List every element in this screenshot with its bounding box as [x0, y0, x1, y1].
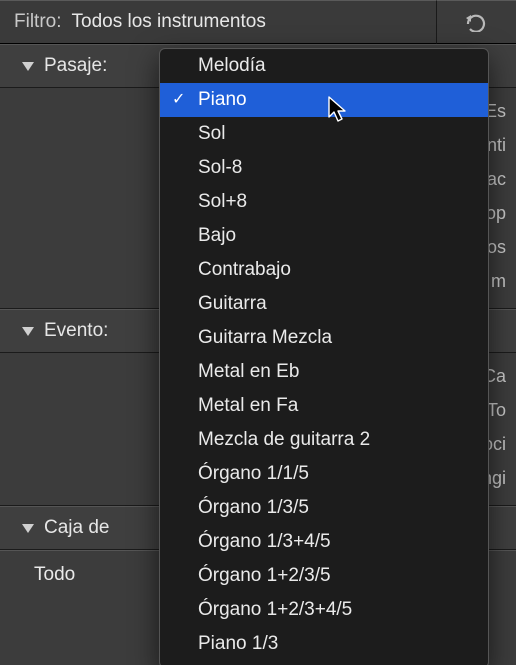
menu-item[interactable]: Guitarra Mezcla	[160, 321, 488, 355]
menu-item-label: Sol	[198, 123, 225, 145]
menu-item[interactable]: Órgano 1/1/5	[160, 457, 488, 491]
section-pasaje-label: Pasaje:	[44, 55, 107, 77]
menu-item-label: Sol-8	[198, 157, 242, 179]
section-caja-label: Caja de	[44, 517, 110, 539]
menu-item-label: Bajo	[198, 225, 236, 247]
menu-item[interactable]: Guitarra	[160, 287, 488, 321]
loop-icon	[464, 12, 490, 32]
menu-item[interactable]: Piano 1/3+4	[160, 661, 488, 665]
loop-button[interactable]	[436, 0, 516, 44]
menu-item-label: Metal en Eb	[198, 361, 299, 383]
menu-item[interactable]: Metal en Eb	[160, 355, 488, 389]
menu-item[interactable]: ✓ Piano	[160, 83, 488, 117]
menu-item-label: Mezcla de guitarra 2	[198, 429, 370, 451]
menu-item-label: Melodía	[198, 55, 266, 77]
menu-item[interactable]: Sol-8	[160, 151, 488, 185]
menu-item-label: Órgano 1/3+4/5	[198, 531, 331, 553]
section-evento-label: Evento:	[44, 320, 108, 342]
menu-item[interactable]: Órgano 1/3+4/5	[160, 525, 488, 559]
menu-item[interactable]: Piano 1/3	[160, 627, 488, 661]
menu-item-label: Piano 1/3	[198, 633, 278, 655]
chevron-down-icon	[22, 62, 34, 71]
menu-item[interactable]: Mezcla de guitarra 2	[160, 423, 488, 457]
menu-item-label: Órgano 1/1/5	[198, 463, 309, 485]
menu-item[interactable]: Órgano 1/3/5	[160, 491, 488, 525]
menu-item[interactable]: Bajo	[160, 219, 488, 253]
filter-label: Filtro:	[14, 11, 62, 33]
menu-item[interactable]: Contrabajo	[160, 253, 488, 287]
caja-todo-label: Todo	[34, 564, 75, 586]
menu-item[interactable]: Sol+8	[160, 185, 488, 219]
menu-item-label: Guitarra Mezcla	[198, 327, 332, 349]
menu-item-label: Contrabajo	[198, 259, 291, 281]
menu-item-label: Órgano 1+2/3/5	[198, 565, 331, 587]
menu-item-label: Órgano 1/3/5	[198, 497, 309, 519]
menu-item[interactable]: Metal en Fa	[160, 389, 488, 423]
menu-item[interactable]: Órgano 1+2/3/5	[160, 559, 488, 593]
menu-item[interactable]: Melodía	[160, 49, 488, 83]
menu-item[interactable]: Sol	[160, 117, 488, 151]
inspector-window: Filtro: Todos los instrumentos Pasaje: E…	[0, 0, 516, 665]
menu-item-label: Piano	[198, 89, 247, 111]
menu-item-label: Sol+8	[198, 191, 247, 213]
staff-style-menu[interactable]: Melodía ✓ Piano Sol Sol-8 Sol+8 Bajo Contrabajo…	[159, 48, 489, 665]
menu-item-label: Órgano 1+2/3+4/5	[198, 599, 352, 621]
menu-item-label: Metal en Fa	[198, 395, 298, 417]
menu-item-label: Guitarra	[198, 293, 267, 315]
menu-item[interactable]: Órgano 1+2/3+4/5	[160, 593, 488, 627]
chevron-down-icon	[22, 327, 34, 336]
checkmark-icon: ✓	[172, 89, 185, 109]
chevron-down-icon	[22, 524, 34, 533]
